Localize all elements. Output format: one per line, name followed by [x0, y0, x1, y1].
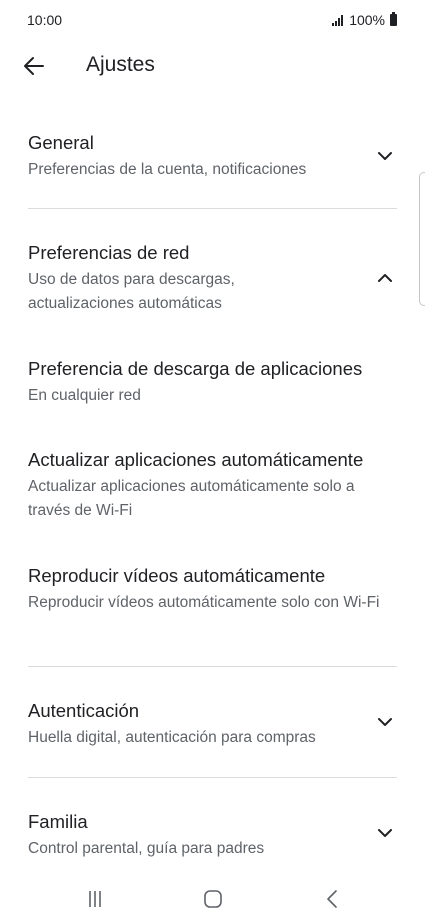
row-subtitle: Huella digital, autenticación para compr…: [28, 729, 316, 746]
row-title: Reproducir vídeos automáticamente: [28, 565, 326, 586]
settings-section-authentication[interactable]: Autenticación Huella digital, autenticac…: [0, 696, 425, 756]
chevron-down-icon: [378, 829, 392, 837]
row-subtitle: Preferencias de la cuenta, notificacione…: [28, 161, 307, 178]
status-indicators: 100%: [332, 12, 397, 28]
row-title: Actualizar aplicaciones automáticamente: [28, 449, 364, 470]
row-subtitle: Uso de datos para descargas, actualizaci…: [28, 271, 235, 312]
navigation-bar: [0, 876, 425, 922]
chevron-down-icon: [378, 718, 392, 726]
row-title: Preferencias de red: [28, 242, 190, 263]
row-title: Familia: [28, 811, 88, 832]
recents-icon: [89, 891, 101, 907]
divider: [28, 208, 397, 209]
chevron-down-icon: [378, 152, 392, 160]
divider: [28, 777, 397, 778]
setting-auto-update-apps[interactable]: Actualizar aplicaciones automáticamente …: [0, 445, 425, 525]
divider: [28, 666, 397, 667]
row-subtitle: En cualquier red: [28, 387, 141, 404]
settings-section-network[interactable]: Preferencias de red Uso de datos para de…: [0, 238, 425, 326]
settings-section-family[interactable]: Familia Control parental, guía para padr…: [0, 807, 425, 867]
row-title: Autenticación: [28, 700, 140, 721]
row-title: Preferencia de descarga de aplicaciones: [28, 358, 363, 379]
chevron-up-icon: [378, 274, 392, 282]
nav-back-icon: [327, 890, 337, 908]
page-title: Ajustes: [86, 53, 155, 76]
app-bar: Ajustes: [0, 40, 425, 96]
row-subtitle: Control parental, guía para padres: [28, 840, 265, 857]
battery-icon: [390, 12, 397, 26]
settings-screen: 10:00 100% Ajustes General Preferencias …: [0, 0, 425, 922]
setting-download-preference[interactable]: Preferencia de descarga de aplicaciones …: [0, 354, 425, 410]
back-button[interactable]: [16, 48, 52, 84]
home-icon: [204, 890, 222, 908]
battery-percent: 100%: [349, 12, 385, 28]
signal-icon: [332, 14, 344, 26]
arrow-back-icon: [24, 57, 44, 75]
setting-autoplay-videos[interactable]: Reproducir vídeos automáticamente Reprod…: [0, 561, 425, 641]
home-button[interactable]: [193, 884, 233, 914]
nav-back-button[interactable]: [313, 884, 353, 914]
settings-section-general[interactable]: General Preferencias de la cuenta, notif…: [0, 128, 425, 192]
row-title: General: [28, 132, 94, 153]
scroll-indicator[interactable]: [419, 172, 425, 306]
row-subtitle: Reproducir vídeos automáticamente solo c…: [28, 594, 380, 611]
status-time: 10:00: [27, 12, 63, 28]
status-bar: 10:00 100%: [0, 0, 425, 40]
recents-button[interactable]: [75, 884, 115, 914]
row-subtitle: Actualizar aplicaciones automáticamente …: [28, 478, 355, 519]
